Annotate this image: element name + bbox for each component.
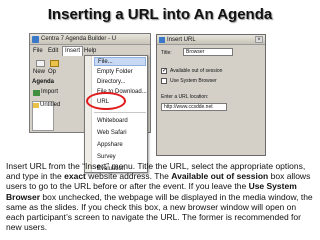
menu-insert[interactable]: Insert xyxy=(62,46,84,56)
url-input[interactable]: http://www.ccsdde.net xyxy=(161,103,227,111)
dialog-app-icon xyxy=(159,37,165,43)
menu-item-web-safari[interactable]: Web Safari xyxy=(94,129,146,138)
agenda-heading: Agenda xyxy=(32,79,55,85)
caption-bold-available: Available out of session xyxy=(171,171,269,182)
menu-item-appshare[interactable]: Appshare xyxy=(94,141,146,150)
use-system-browser-checkbox[interactable] xyxy=(161,78,167,84)
url-highlight-circle xyxy=(86,92,126,110)
url-label: Enter a URL location: xyxy=(161,94,209,100)
menu-item-empty-folder[interactable]: Empty Folder xyxy=(94,68,146,77)
app-titlebar: Centra 7 Agenda Builder - U xyxy=(30,34,150,45)
close-icon[interactable]: × xyxy=(255,36,263,43)
folder-icon xyxy=(33,103,39,108)
title-input[interactable]: Browser xyxy=(183,48,233,56)
agenda-untitled-item[interactable]: Untitled xyxy=(40,102,60,108)
caption-part: box unchecked, the webpage will be displ… xyxy=(6,191,313,233)
caption-part: website address. The xyxy=(85,171,172,182)
available-out-of-session-label: Available out of session xyxy=(170,68,223,74)
caption-text: Insert URL from the “Insert” menu. Title… xyxy=(6,161,316,232)
menu-item-whiteboard[interactable]: Whiteboard xyxy=(94,117,146,126)
toolbar-import-label[interactable]: Import xyxy=(41,89,58,95)
caption-bold-exact: exact xyxy=(64,171,86,182)
dialog-titlebar: Insert URL × xyxy=(157,35,265,45)
menu-icon-strip xyxy=(85,56,92,172)
app-window-title: Centra 7 Agenda Builder - U xyxy=(41,36,117,42)
centra-logo-icon xyxy=(32,36,39,43)
title-label: Title: xyxy=(161,50,172,56)
menu-item-file[interactable]: File... xyxy=(94,57,146,66)
new-document-icon[interactable] xyxy=(36,60,45,67)
toolbar-new-label[interactable]: New xyxy=(33,69,45,75)
toolbar-open-label[interactable]: Op xyxy=(48,69,56,75)
use-system-browser-label: Use System Browser xyxy=(170,78,217,84)
open-folder-icon[interactable] xyxy=(50,60,59,67)
insert-dropdown-menu-extension: File... Empty Folder Directory... File t… xyxy=(84,55,148,173)
menu-file[interactable]: File xyxy=(33,46,43,56)
available-out-of-session-checkbox[interactable]: ✓ xyxy=(161,68,167,74)
menu-separator xyxy=(94,112,146,113)
dialog-title: Insert URL xyxy=(167,37,196,43)
slide-title: Inserting a URL into An Agenda xyxy=(47,6,273,23)
insert-url-dialog: Insert URL × Title: Browser ✓ Available … xyxy=(156,34,266,156)
menu-edit[interactable]: Edit xyxy=(48,46,58,56)
menu-item-directory[interactable]: Directory... xyxy=(94,78,146,87)
import-icon[interactable] xyxy=(33,90,40,96)
